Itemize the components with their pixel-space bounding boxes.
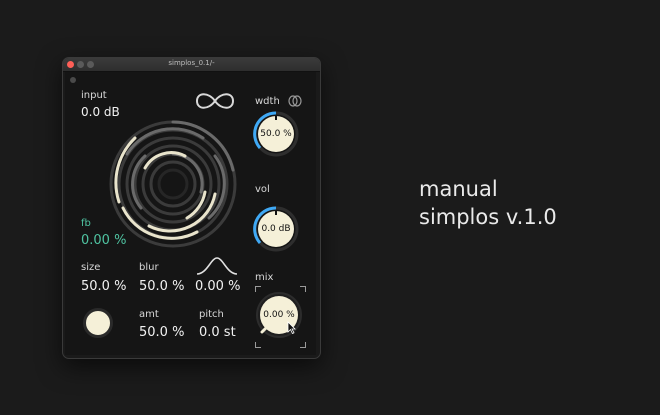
blur-label: blur [139,262,159,273]
bell-curve-icon [196,257,238,275]
width-label: wdth [255,96,280,107]
width-knob[interactable]: 50.0 % [253,111,299,157]
shape-value[interactable]: 0.00 % [195,279,240,294]
amt-value[interactable]: 50.0 % [139,325,184,340]
title-bar: simplos_0.1/- [63,58,320,72]
mix-corner-bl [255,342,261,348]
pitch-value[interactable]: 0.0 st [199,325,236,340]
infinity-icon[interactable] [192,89,238,113]
input-label: input [81,90,107,101]
pitch-label: pitch [199,309,224,320]
menu-dot[interactable] [70,77,76,83]
fb-label: fb [81,218,91,229]
mix-corner-br [300,342,306,348]
cursor-arrow-icon [287,321,296,334]
vol-knob[interactable]: 0.0 dB [253,206,299,252]
vol-value: 0.0 dB [261,224,291,234]
amt-label: amt [139,309,159,320]
plugin-panel: input 0.0 dB fb 0.00 % wdth 50.0 % vol 0… [65,72,316,355]
plugin-window: simplos_0.1/- input 0.0 dB fb 0.00 % wdt… [62,57,321,359]
freeze-toggle-button[interactable] [83,308,113,338]
feedback-spiral-display[interactable] [105,116,241,252]
stereo-link-icon[interactable] [288,95,302,107]
manual-version: simplos v.1.0 [419,205,557,229]
window-title: simplos_0.1/- [168,59,215,67]
manual-overlay-text: manual simplos v.1.0 [419,175,557,231]
mix-value: 0.00 % [263,310,295,320]
manual-title: manual [419,177,498,201]
width-value: 50.0 % [260,129,292,139]
fb-value[interactable]: 0.00 % [81,233,126,248]
vol-label: vol [255,184,270,195]
size-label: size [81,262,101,273]
blur-value[interactable]: 50.0 % [139,279,184,294]
size-value[interactable]: 50.0 % [81,279,126,294]
mix-label: mix [255,272,274,283]
